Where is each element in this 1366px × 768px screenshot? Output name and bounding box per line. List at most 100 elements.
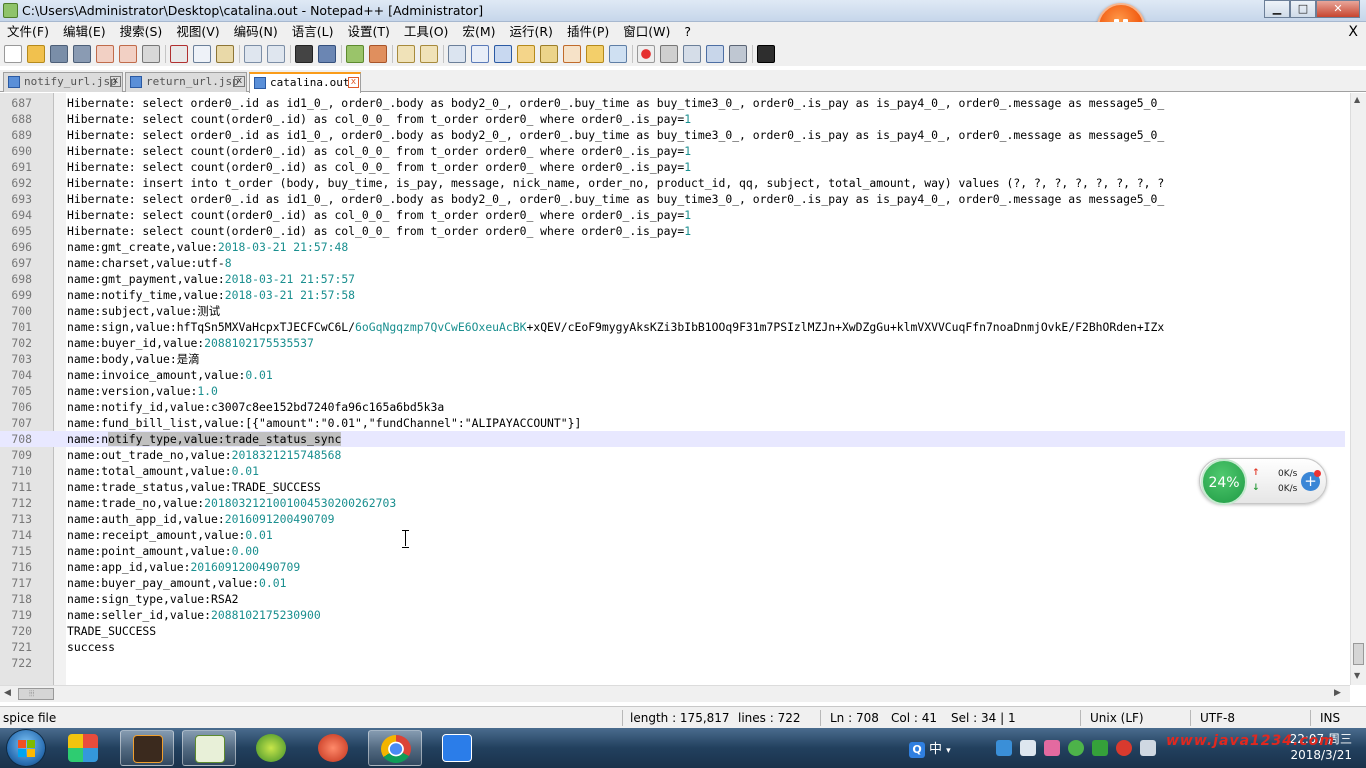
line-text[interactable]: name:point_amount,value:0.00: [67, 543, 259, 559]
sync-horizontal-icon[interactable]: [420, 45, 438, 63]
tab-return-url-jsp[interactable]: return_url.jsp x: [125, 72, 247, 92]
code-line[interactable]: 702 name:buyer_id,value:2088102175535537: [0, 335, 1345, 351]
taskbar-app-chrome[interactable]: [368, 730, 422, 766]
security-green-icon[interactable]: [1068, 740, 1084, 756]
line-text[interactable]: name:notify_id,value:c3007c8ee152bd7240f…: [67, 399, 444, 415]
taskbar-app-pinwheel[interactable]: [56, 730, 110, 766]
zoom-in-icon[interactable]: [346, 45, 364, 63]
code-line[interactable]: 701 name:sign,value:hfTqSn5MXVaHcpxTJECFC…: [0, 319, 1345, 335]
antivirus-red-icon[interactable]: [1116, 740, 1132, 756]
spell-check-icon[interactable]: [757, 45, 775, 63]
code-line[interactable]: 710 name:total_amount,value:0.01: [0, 463, 1345, 479]
code-line[interactable]: 693 Hibernate: select order0_.id as id1_0…: [0, 191, 1345, 207]
status-encoding[interactable]: UTF-8: [1200, 711, 1235, 725]
code-line[interactable]: 692 Hibernate: insert into t_order (body,…: [0, 175, 1345, 191]
close-tab-icon[interactable]: x: [234, 76, 245, 87]
taskbar-app-wps-writer[interactable]: [430, 730, 484, 766]
code-line[interactable]: 694 Hibernate: select count(order0_.id) a…: [0, 207, 1345, 223]
line-text[interactable]: Hibernate: insert into t_order (body, bu…: [67, 175, 1164, 191]
taskbar-app-green-tool[interactable]: [244, 730, 298, 766]
current-line[interactable]: 708 name:notify_type,value:trade_status_s…: [0, 431, 1345, 447]
scroll-down-icon[interactable]: ▼: [1354, 671, 1360, 680]
line-text[interactable]: name:trade_status,value:TRADE_SUCCESS: [67, 479, 321, 495]
line-text[interactable]: Hibernate: select order0_.id as id1_0_, …: [67, 95, 1164, 111]
close-window-button[interactable]: ✕: [1316, 0, 1360, 18]
scroll-up-icon[interactable]: ▲: [1354, 95, 1360, 104]
line-text[interactable]: Hibernate: select order0_.id as id1_0_, …: [67, 127, 1164, 143]
line-text[interactable]: name:fund_bill_list,value:[{"amount":"0.…: [67, 415, 581, 431]
line-text[interactable]: name:charset,value:utf-8: [67, 255, 232, 271]
indent-guide-icon[interactable]: [494, 45, 512, 63]
vertical-scroll-thumb[interactable]: [1353, 643, 1364, 665]
scroll-right-icon[interactable]: ▶: [1334, 688, 1341, 698]
line-text[interactable]: Hibernate: select count(order0_.id) as c…: [67, 143, 691, 159]
notepadpp-app-icon[interactable]: [3, 3, 18, 18]
line-text[interactable]: Hibernate: select count(order0_.id) as c…: [67, 159, 691, 175]
close-document-x[interactable]: X: [1348, 22, 1358, 42]
menu-edit[interactable]: 编辑(E): [56, 22, 113, 42]
line-text[interactable]: success: [67, 639, 115, 655]
editor-area[interactable]: 687 Hibernate: select order0_.id as id1_0…: [0, 93, 1366, 685]
code-line[interactable]: 699 name:notify_time,value:2018-03-21 21:…: [0, 287, 1345, 303]
line-text[interactable]: Hibernate: select count(order0_.id) as c…: [67, 111, 691, 127]
folder-workspace-icon[interactable]: [586, 45, 604, 63]
line-text[interactable]: name:out_trade_no,value:2018321215748568: [67, 447, 341, 463]
code-line[interactable]: 704 name:invoice_amount,value:0.01: [0, 367, 1345, 383]
menu-help[interactable]: ?: [677, 22, 698, 42]
print-icon[interactable]: [142, 45, 160, 63]
line-text[interactable]: name:notify_type,value:trade_status_sync: [67, 431, 342, 447]
define-language-icon[interactable]: [517, 45, 535, 63]
stop-macro-icon[interactable]: [660, 45, 678, 63]
vertical-scrollbar[interactable]: ▲ ▼: [1350, 93, 1366, 685]
code-line[interactable]: 705 name:version,value:1.0: [0, 383, 1345, 399]
menu-run[interactable]: 运行(R): [502, 22, 559, 42]
line-text[interactable]: name:invoice_amount,value:0.01: [67, 367, 273, 383]
paste-icon[interactable]: [216, 45, 234, 63]
maximize-button[interactable]: □: [1290, 0, 1316, 18]
taskbar-app-notepadpp[interactable]: [182, 730, 236, 766]
close-file-icon[interactable]: [96, 45, 114, 63]
copy-icon[interactable]: [193, 45, 211, 63]
code-line[interactable]: 714 name:receipt_amount,value:0.01: [0, 527, 1345, 543]
start-button[interactable]: [6, 729, 46, 767]
taskbar-app-snail[interactable]: [306, 730, 360, 766]
open-file-icon[interactable]: [27, 45, 45, 63]
code-line[interactable]: 695 Hibernate: select count(order0_.id) a…: [0, 223, 1345, 239]
line-text[interactable]: name:gmt_create,value:2018-03-21 21:57:4…: [67, 239, 348, 255]
word-wrap-icon[interactable]: [448, 45, 466, 63]
sync-vertical-icon[interactable]: [397, 45, 415, 63]
line-text[interactable]: name:gmt_payment,value:2018-03-21 21:57:…: [67, 271, 355, 287]
code-line[interactable]: 713 name:auth_app_id,value:20160912004907…: [0, 511, 1345, 527]
status-eol[interactable]: Unix (LF): [1090, 711, 1144, 725]
monitoring-icon[interactable]: [609, 45, 627, 63]
shield-icon[interactable]: [1092, 740, 1108, 756]
code-line[interactable]: 715 name:point_amount,value:0.00: [0, 543, 1345, 559]
code-line[interactable]: 717 name:buyer_pay_amount,value:0.01: [0, 575, 1345, 591]
doc-map-icon[interactable]: [540, 45, 558, 63]
menu-encoding[interactable]: 编码(N): [227, 22, 285, 42]
close-all-icon[interactable]: [119, 45, 137, 63]
code-line[interactable]: 712 name:trade_no,value:20180321210010045…: [0, 495, 1345, 511]
code-line[interactable]: 711 name:trade_status,value:TRADE_SUCCESS: [0, 479, 1345, 495]
line-text[interactable]: name:seller_id,value:2088102175230900: [67, 607, 321, 623]
line-text[interactable]: name:sign,value:hfTqSn5MXVaHcpxTJECFCwC6…: [67, 319, 1164, 335]
network-speed-widget[interactable]: 24% ↑ ↓ 0K/s 0K/s +: [1199, 458, 1327, 505]
line-text[interactable]: Hibernate: select order0_.id as id1_0_, …: [67, 191, 1164, 207]
line-text[interactable]: name:sign_type,value:RSA2: [67, 591, 238, 607]
menu-view[interactable]: 视图(V): [169, 22, 226, 42]
code-line[interactable]: 719 name:seller_id,value:2088102175230900: [0, 607, 1345, 623]
tab-notify-url-jsp[interactable]: notify_url.jsp x: [3, 72, 123, 92]
cloud-icon[interactable]: [996, 740, 1012, 756]
code-line[interactable]: 691 Hibernate: select count(order0_.id) a…: [0, 159, 1345, 175]
line-text[interactable]: name:notify_time,value:2018-03-21 21:57:…: [67, 287, 355, 303]
line-text[interactable]: name:receipt_amount,value:0.01: [67, 527, 273, 543]
line-text[interactable]: Hibernate: select count(order0_.id) as c…: [67, 207, 691, 223]
undo-icon[interactable]: [244, 45, 262, 63]
code-line[interactable]: 721 success: [0, 639, 1345, 655]
volume-icon[interactable]: [1140, 740, 1156, 756]
minimize-button[interactable]: ▁: [1264, 0, 1290, 18]
taskbar-app-javaee-ide[interactable]: [120, 730, 174, 766]
line-text[interactable]: name:body,value:是滴: [67, 351, 200, 367]
line-text[interactable]: Hibernate: select count(order0_.id) as c…: [67, 223, 691, 239]
menu-window[interactable]: 窗口(W): [616, 22, 677, 42]
